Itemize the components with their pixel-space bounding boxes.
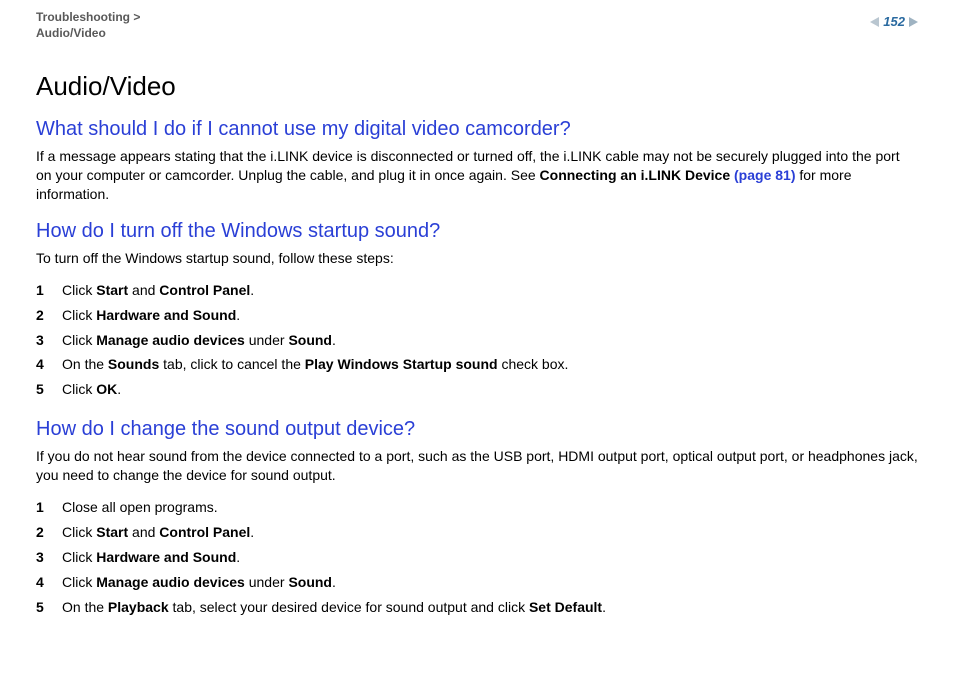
- page-navigation: 152: [870, 14, 918, 29]
- page-title: Audio/Video: [36, 71, 918, 102]
- list-item: 4On the Sounds tab, click to cancel the …: [36, 352, 918, 377]
- section-heading-output-device: How do I change the sound output device?: [36, 418, 918, 441]
- section-body-camcorder: If a message appears stating that the i.…: [36, 147, 918, 204]
- list-item: 2Click Hardware and Sound.: [36, 303, 918, 328]
- list-item: 1Click Start and Control Panel.: [36, 278, 918, 303]
- next-page-arrow-icon[interactable]: [909, 17, 918, 27]
- list-item: 4Click Manage audio devices under Sound.: [36, 570, 918, 595]
- section-intro-startup-sound: To turn off the Windows startup sound, f…: [36, 249, 918, 268]
- list-item: 3Click Hardware and Sound.: [36, 545, 918, 570]
- list-item: 2Click Start and Control Panel.: [36, 520, 918, 545]
- section-heading-camcorder: What should I do if I cannot use my digi…: [36, 118, 918, 141]
- document-page: Troubleshooting > Audio/Video 152 Audio/…: [0, 0, 954, 649]
- list-item: 5On the Playback tab, select your desire…: [36, 595, 918, 620]
- list-item: 5Click OK.: [36, 377, 918, 402]
- steps-output-device: 1Close all open programs. 2Click Start a…: [36, 495, 918, 619]
- breadcrumb-line-2: Audio/Video: [36, 26, 140, 42]
- prev-page-arrow-icon[interactable]: [870, 17, 879, 27]
- page-link-81[interactable]: (page 81): [734, 167, 795, 183]
- breadcrumb-line-1: Troubleshooting >: [36, 10, 140, 26]
- page-header: Troubleshooting > Audio/Video 152: [36, 10, 918, 41]
- section-intro-output-device: If you do not hear sound from the device…: [36, 447, 918, 485]
- list-item: 3Click Manage audio devices under Sound.: [36, 328, 918, 353]
- breadcrumb: Troubleshooting > Audio/Video: [36, 10, 140, 41]
- section-heading-startup-sound: How do I turn off the Windows startup so…: [36, 220, 918, 243]
- page-number: 152: [883, 14, 905, 29]
- list-item: 1Close all open programs.: [36, 495, 918, 520]
- steps-startup-sound: 1Click Start and Control Panel. 2Click H…: [36, 278, 918, 402]
